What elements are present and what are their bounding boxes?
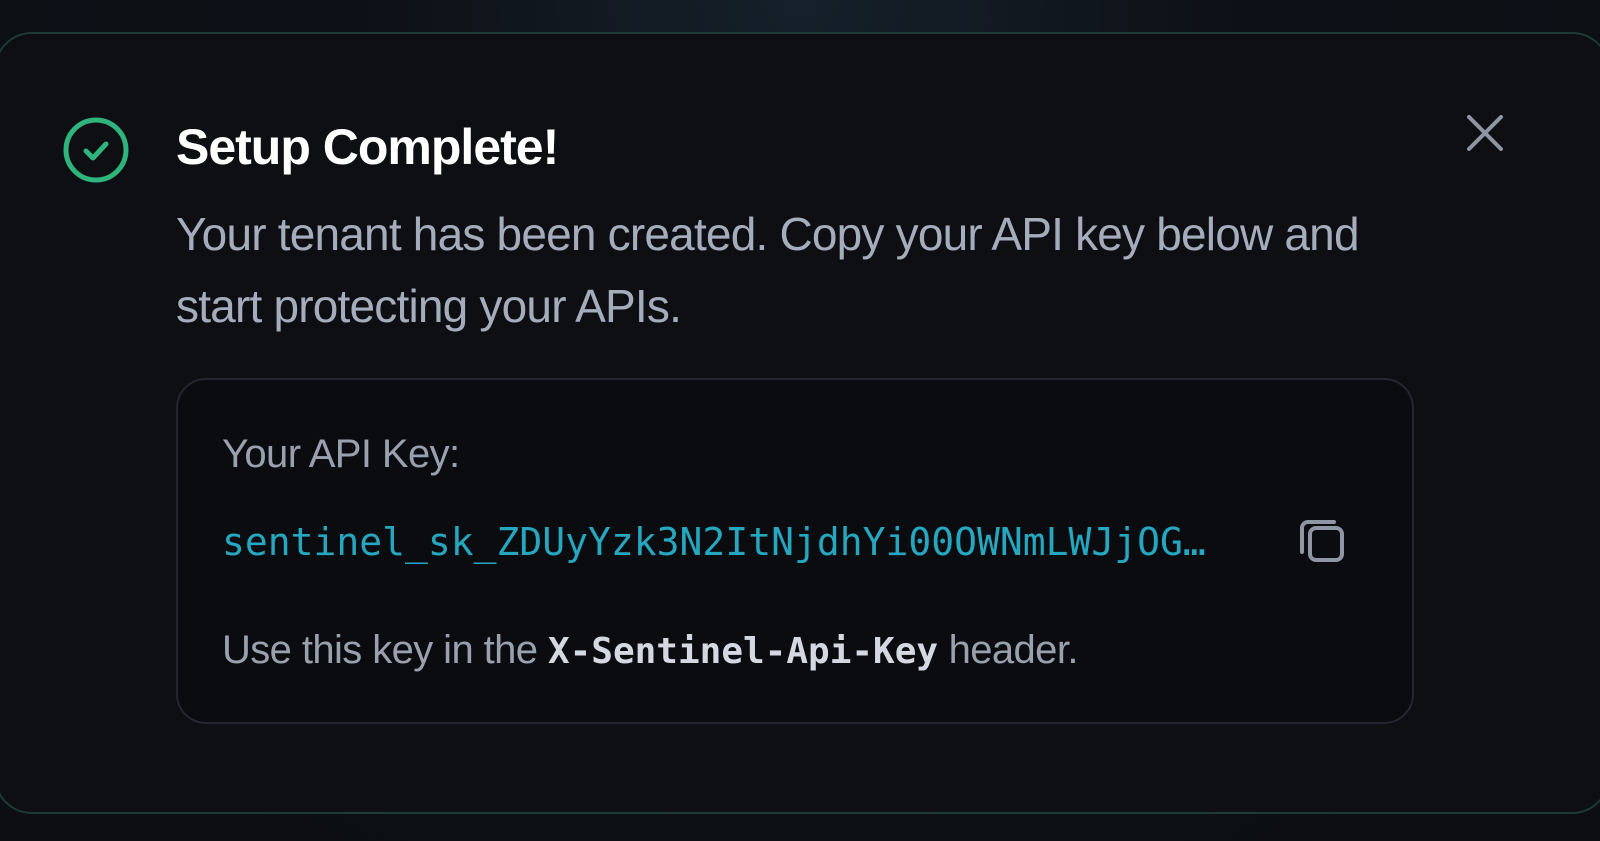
api-key-value[interactable]: sentinel_sk_ZDUyYzk3N2ItNjdhYi00OWNmLWJj… [222,512,1252,572]
header-name-code: X-Sentinel-Api-Key [547,631,939,672]
api-key-hint: Use this key in the X-Sentinel-Api-Key h… [222,620,1078,682]
close-button[interactable] [1458,108,1512,162]
check-circle-icon [62,116,130,184]
api-key-label: Your API Key: [222,432,460,476]
hint-suffix: header. [938,628,1079,672]
copy-api-key-button[interactable] [1290,510,1354,574]
close-icon [1465,113,1505,158]
copy-icon [1296,514,1348,571]
toast-title: Setup Complete! [176,119,559,175]
toast-description: Your tenant has been created. Copy your … [176,208,1360,332]
hint-prefix: Use this key in the [222,628,548,672]
